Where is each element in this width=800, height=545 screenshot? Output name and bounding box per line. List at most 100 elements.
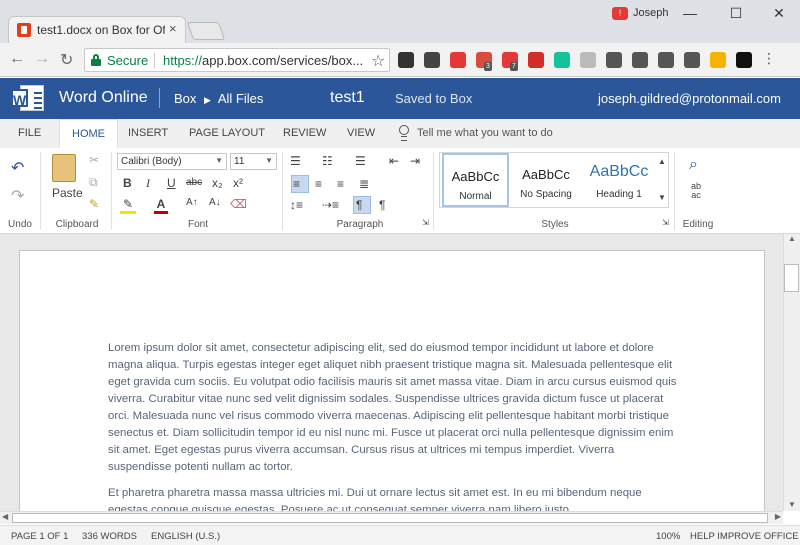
style-heading-1[interactable]: AaBbCc Heading 1: [583, 153, 655, 207]
keep-ext-icon[interactable]: [684, 52, 700, 68]
menu-icon[interactable]: ⋮: [762, 50, 778, 66]
align-center-icon[interactable]: ≡: [315, 177, 322, 191]
tab-title: test1.docx on Box for Office: [37, 23, 165, 37]
multilevel-list-icon[interactable]: ☰: [355, 154, 366, 168]
font-name-select[interactable]: Calibri (Body) ▼: [117, 153, 227, 170]
document-page[interactable]: Lorem ipsum dolor sit amet, consectetur …: [19, 250, 765, 520]
browser-tab[interactable]: test1.docx on Box for Office ×: [8, 16, 186, 43]
url-path: app.box.com/services/box...: [202, 53, 363, 68]
new-tab-button[interactable]: [186, 22, 226, 40]
rtl-pilcrow-icon[interactable]: ¶: [379, 198, 385, 212]
minimize-button[interactable]: —: [675, 3, 705, 23]
replace-icon[interactable]: ab ac: [686, 182, 706, 200]
italic-button[interactable]: I: [146, 176, 150, 191]
subscript-button[interactable]: x₂: [212, 176, 223, 190]
document-paragraph[interactable]: Lorem ipsum dolor sit amet, consectetur …: [108, 340, 678, 476]
evernote-ext-icon[interactable]: [632, 52, 648, 68]
highlight-icon[interactable]: ✎: [120, 197, 136, 214]
find-icon[interactable]: ⌕: [689, 156, 698, 174]
style-no-spacing[interactable]: AaBbCc No Spacing: [511, 153, 581, 207]
help-improve-office[interactable]: HELP IMPROVE OFFICE: [690, 531, 799, 542]
breadcrumb-box[interactable]: Box: [174, 91, 196, 106]
font-color-icon[interactable]: A: [154, 197, 168, 214]
scroll-down-icon[interactable]: ▼: [788, 500, 796, 509]
paste-button[interactable]: Paste: [52, 186, 83, 200]
forward-icon[interactable]: →: [34, 50, 50, 68]
language[interactable]: ENGLISH (U.S.): [151, 531, 220, 542]
pocket-ext-icon[interactable]: [398, 52, 414, 68]
close-window-button[interactable]: ✕: [764, 3, 794, 23]
justify-icon[interactable]: ≣: [359, 177, 369, 191]
redo-icon[interactable]: ↷: [11, 186, 24, 206]
grow-font-icon[interactable]: A↑: [186, 197, 198, 208]
scroll-thumb[interactable]: [784, 264, 799, 292]
tab-home[interactable]: HOME: [59, 119, 118, 148]
user-account[interactable]: joseph.gildred@protonmail.com: [598, 91, 781, 106]
style-normal[interactable]: AaBbCc Normal: [442, 153, 509, 207]
red-ext-icon[interactable]: [450, 52, 466, 68]
align-right-icon[interactable]: ≡: [337, 177, 344, 191]
scroll-right-icon[interactable]: ▶: [775, 512, 781, 521]
shield-ext-icon[interactable]: [658, 52, 674, 68]
profile-name[interactable]: Joseph: [633, 7, 668, 19]
bullets-icon[interactable]: ☰: [290, 154, 301, 168]
profile-alert-icon[interactable]: !: [612, 7, 628, 20]
underline-button[interactable]: U: [167, 176, 176, 190]
tab-view[interactable]: VIEW: [347, 127, 375, 139]
increase-indent-icon[interactable]: ⇥: [410, 154, 420, 168]
paragraph-launcher-icon[interactable]: ⇲: [422, 218, 429, 227]
address-bar[interactable]: Secure https://app.box.com/services/box.…: [84, 48, 390, 72]
url-protocol: https://: [163, 53, 203, 68]
paste-icon[interactable]: [52, 154, 76, 182]
paragraph-spacing-icon[interactable]: ⇢≡: [322, 198, 339, 212]
superscript-button[interactable]: x²: [233, 176, 243, 190]
cut-icon[interactable]: ✂: [89, 153, 99, 167]
document-title[interactable]: test1: [330, 89, 365, 107]
copy-icon[interactable]: ⧉: [89, 175, 98, 190]
tab-file[interactable]: FILE: [18, 127, 41, 139]
font-size-select[interactable]: 11 ▼: [230, 153, 277, 170]
strikethrough-button[interactable]: abc: [186, 177, 202, 188]
tell-me-search[interactable]: Tell me what you want to do: [417, 127, 553, 139]
shrink-font-icon[interactable]: A↓: [209, 197, 221, 208]
breadcrumb-all-files[interactable]: All Files: [218, 91, 264, 106]
vertical-scrollbar[interactable]: ▲ ▼: [783, 234, 800, 511]
maximize-button[interactable]: ☐: [721, 3, 751, 23]
owl-ext-icon[interactable]: [424, 52, 440, 68]
tab-close-icon[interactable]: ×: [169, 21, 177, 36]
scroll-left-icon[interactable]: ◀: [2, 512, 8, 521]
chevron-down-icon: ▼: [215, 156, 223, 165]
numbering-icon[interactable]: ☷: [322, 154, 333, 168]
arrow-ext-icon[interactable]: [580, 52, 596, 68]
line-spacing-icon[interactable]: ↕≡: [290, 198, 303, 212]
clear-formatting-icon[interactable]: ⌫: [230, 197, 247, 211]
bookmark-star-icon[interactable]: ☆: [371, 51, 385, 71]
styles-scroll-up-icon[interactable]: ▲: [658, 157, 666, 166]
styles-launcher-icon[interactable]: ⇲: [662, 218, 669, 227]
reload-icon[interactable]: ↻: [60, 50, 73, 70]
decrease-indent-icon[interactable]: ⇤: [389, 154, 399, 168]
tab-page-layout[interactable]: PAGE LAYOUT: [189, 127, 265, 139]
lastpass-ext-icon[interactable]: [528, 52, 544, 68]
horizontal-scrollbar[interactable]: ◀ ▶: [0, 511, 783, 524]
tab-review[interactable]: REVIEW: [283, 127, 326, 139]
font-name-value: Calibri (Body): [121, 156, 182, 167]
scroll-thumb[interactable]: [12, 513, 768, 523]
zoom-level[interactable]: 100%: [656, 531, 680, 542]
styles-more-icon[interactable]: ▼: [658, 193, 666, 202]
word-logo-icon[interactable]: W: [11, 83, 45, 113]
undo-icon[interactable]: ↶: [11, 158, 24, 178]
bold-button[interactable]: B: [123, 176, 132, 190]
app-name[interactable]: Word Online: [59, 89, 148, 107]
scroll-up-icon[interactable]: ▲: [788, 234, 796, 243]
1password-ext-icon[interactable]: [736, 52, 752, 68]
grammarly-ext-icon[interactable]: [554, 52, 570, 68]
url-text[interactable]: https://app.box.com/services/box...: [163, 53, 363, 68]
tab-insert[interactable]: INSERT: [128, 127, 168, 139]
bookmark-ext-icon[interactable]: [710, 52, 726, 68]
back-icon[interactable]: ←: [9, 50, 25, 68]
pocket-save-ext-icon[interactable]: [606, 52, 622, 68]
word-count[interactable]: 336 WORDS: [82, 531, 137, 542]
style-sample: AaBbCc: [589, 163, 649, 180]
format-painter-icon[interactable]: ✎: [89, 197, 99, 211]
